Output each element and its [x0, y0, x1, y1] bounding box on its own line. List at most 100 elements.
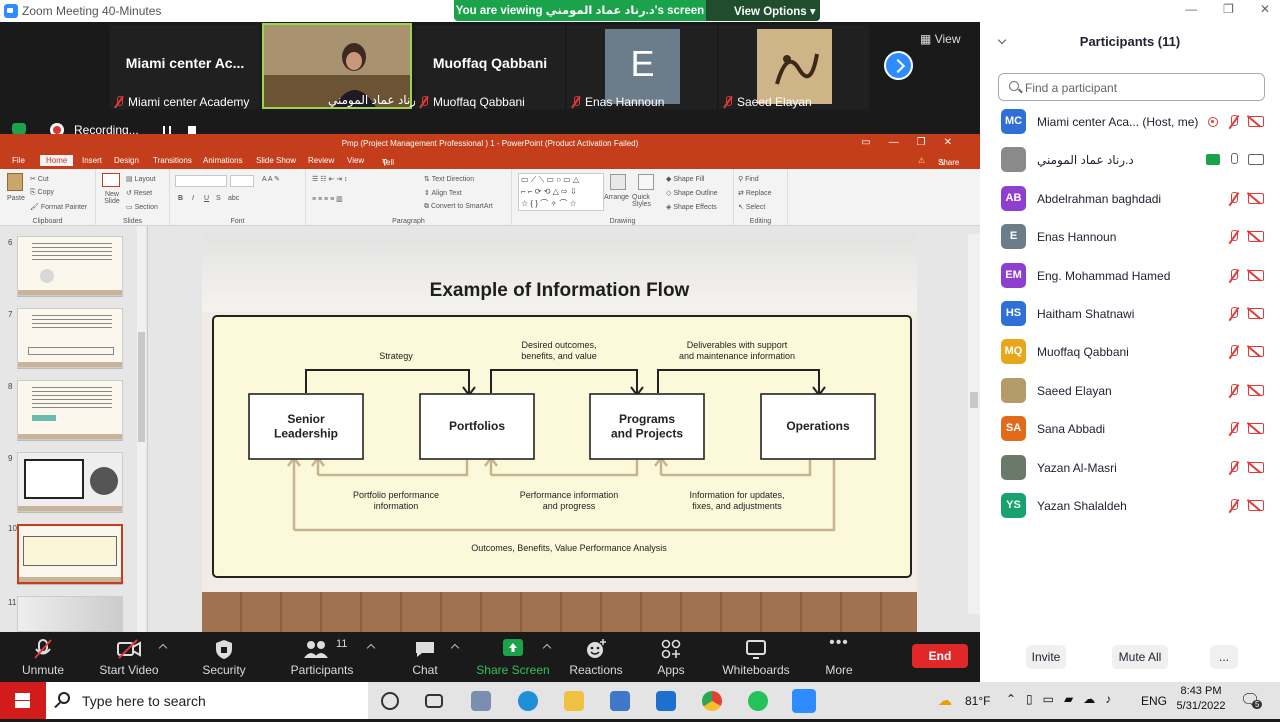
invite-button[interactable]: Invite — [1026, 645, 1066, 669]
apps-button[interactable]: Apps — [652, 632, 690, 682]
cut-button[interactable]: ✂ Cut — [30, 175, 49, 183]
participant-row[interactable]: MC Miami center Aca... (Host, me) — [980, 104, 1280, 142]
bullets-buttons[interactable]: ☰ ☷ ⇤ ⇥ ↕ — [312, 175, 348, 183]
tab-file[interactable]: File — [12, 156, 25, 165]
video-off-icon[interactable] — [1248, 384, 1264, 396]
participant-row[interactable]: AB Abdelrahman baghdadi — [980, 181, 1280, 219]
tab-transitions[interactable]: Transitions — [153, 156, 192, 165]
taskbar-clock[interactable]: 8:43 PM 5/31/2022 — [1172, 685, 1230, 712]
tab-design[interactable]: Design — [114, 156, 139, 165]
video-off-icon[interactable] — [1248, 269, 1264, 281]
start-video-button[interactable]: Start Video — [96, 632, 162, 682]
participant-row[interactable]: د.رناد عماد المومني — [980, 142, 1280, 180]
video-off-icon[interactable] — [1248, 461, 1264, 473]
tab-insert[interactable]: Insert — [82, 156, 102, 165]
reactions-button[interactable]: Reactions — [568, 632, 624, 682]
mic-muted-icon[interactable] — [1228, 268, 1240, 283]
shape-outline-button[interactable]: ◇ Shape Outline — [666, 189, 718, 197]
mute-all-button[interactable]: Mute All — [1112, 645, 1168, 669]
video-tile-muoffaq[interactable]: Muoffaq Qabbani Muoffaq Qabbani — [415, 25, 565, 109]
participant-row[interactable]: HS Haitham Shatnawi — [980, 296, 1280, 334]
video-off-icon[interactable] — [1248, 192, 1264, 204]
chrome-icon[interactable] — [702, 691, 722, 711]
zoom-taskbar-icon[interactable] — [792, 689, 816, 713]
thumbnails-scrollbar[interactable] — [137, 226, 146, 632]
mic-muted-icon[interactable] — [1228, 499, 1240, 513]
copy-button[interactable]: ⎘ Copy — [30, 189, 54, 197]
font-size-select[interactable] — [230, 175, 254, 187]
video-tile-active-speaker[interactable]: د.رناد عماد المومني — [262, 23, 425, 109]
end-meeting-button[interactable]: End — [912, 644, 968, 668]
participant-row[interactable]: YS Yazan Shalaldeh — [980, 488, 1280, 526]
format-painter-button[interactable]: 🖌 Format Painter — [30, 203, 87, 211]
whiteboards-button[interactable]: Whiteboards — [718, 632, 794, 682]
video-off-icon[interactable] — [1248, 308, 1264, 319]
view-options-button[interactable]: View Options ▾ — [706, 0, 820, 21]
share-screen-button[interactable]: Share Screen — [476, 632, 550, 682]
underline-button[interactable]: U — [204, 195, 209, 202]
layout-button[interactable]: ▤ Layout — [126, 175, 156, 183]
security-button[interactable]: Security — [196, 632, 252, 682]
unmute-button[interactable]: Unmute — [14, 632, 72, 682]
video-off-icon[interactable] — [1248, 500, 1264, 511]
tab-home[interactable]: Home — [40, 155, 74, 166]
slide-thumbnail[interactable] — [17, 596, 123, 632]
align-buttons[interactable]: ≡ ≡ ≡ ≡ ▥ — [312, 195, 343, 203]
shapes-gallery[interactable]: ▭ ⟋ ⟍ ▭ ○ ▭ △ ⌐ ⌐ ⟳ ⟲ △ ⇨ ⇩ ☆ { } ⌒ ✧ ⌒ ☆ — [518, 173, 604, 211]
next-page-arrow-icon[interactable] — [884, 51, 913, 80]
chat-button[interactable]: Chat — [400, 632, 450, 682]
slide-thumbnail[interactable] — [17, 308, 123, 368]
video-off-icon[interactable] — [1248, 423, 1264, 435]
shape-fill-button[interactable]: ◆ Shape Fill — [666, 175, 704, 183]
find-button[interactable]: ⚲ Find — [738, 175, 759, 183]
mic-muted-icon[interactable] — [1228, 460, 1240, 475]
shape-effects-button[interactable]: ◈ Shape Effects — [666, 203, 717, 211]
video-off-icon[interactable] — [1248, 231, 1264, 243]
system-tray-icons[interactable]: ⌃▯▭▰☁♪ — [1006, 692, 1121, 706]
more-button[interactable]: ••• More — [818, 632, 860, 682]
cortana-icon[interactable] — [381, 692, 399, 710]
paste-icon[interactable] — [7, 173, 23, 191]
font-family-select[interactable] — [175, 175, 227, 187]
participant-row[interactable]: Saeed Elayan — [980, 373, 1280, 411]
participants-button[interactable]: 11 Participants — [286, 632, 358, 682]
mic-icon[interactable] — [1228, 153, 1240, 167]
slide-thumbnail[interactable] — [17, 236, 123, 296]
align-text-button[interactable]: ⇕ Align Text — [424, 189, 462, 197]
text-direction-button[interactable]: ⇅ Text Direction — [424, 175, 474, 183]
mic-muted-icon[interactable] — [1228, 345, 1240, 359]
task-view-icon[interactable] — [425, 694, 443, 708]
participant-row[interactable]: SA Sana Abbadi — [980, 411, 1280, 449]
panel-more-button[interactable]: ... — [1210, 645, 1238, 669]
mic-muted-icon[interactable] — [1228, 230, 1240, 244]
video-tile-saeed[interactable]: Saeed Elayan — [719, 25, 869, 109]
tab-animations[interactable]: Animations — [203, 156, 243, 165]
participant-row[interactable]: MQ Muoffaq Qabbani — [980, 334, 1280, 372]
smartart-button[interactable]: ⧉ Convert to SmartArt — [424, 203, 493, 211]
taskbar-search-box[interactable]: Type here to search — [46, 682, 368, 719]
ppt-window-controls[interactable]: ▭—❐✕ — [861, 137, 970, 148]
font-size-icons[interactable]: A A ✎ — [262, 175, 280, 183]
reset-button[interactable]: ↺ Reset — [126, 189, 152, 197]
windows-start-button[interactable] — [0, 682, 46, 719]
input-language[interactable]: ENG — [1141, 694, 1167, 708]
store-icon[interactable] — [610, 691, 630, 711]
stop-recording-icon[interactable] — [188, 126, 196, 134]
italic-button[interactable]: I — [192, 195, 194, 202]
slide-scrollbar[interactable] — [968, 234, 980, 614]
mic-muted-icon[interactable] — [1228, 422, 1240, 436]
strike-button[interactable]: S — [216, 195, 221, 202]
view-button[interactable]: ▦ View — [920, 32, 960, 46]
scrollbar-thumb[interactable] — [970, 392, 978, 408]
section-button[interactable]: ▭ Section — [126, 203, 158, 211]
video-icon[interactable] — [1248, 154, 1264, 166]
file-explorer-icon[interactable] — [564, 691, 584, 711]
replace-button[interactable]: ⇄ Replace — [738, 189, 772, 197]
mic-muted-icon[interactable] — [1228, 115, 1240, 129]
quick-styles-icon[interactable] — [638, 174, 654, 190]
tab-slide-show[interactable]: Slide Show — [256, 156, 296, 165]
participant-row[interactable]: Yazan Al-Masri — [980, 450, 1280, 488]
new-slide-icon[interactable] — [102, 173, 120, 187]
slide-thumbnail[interactable] — [17, 380, 123, 440]
mic-muted-icon[interactable] — [1228, 307, 1240, 321]
